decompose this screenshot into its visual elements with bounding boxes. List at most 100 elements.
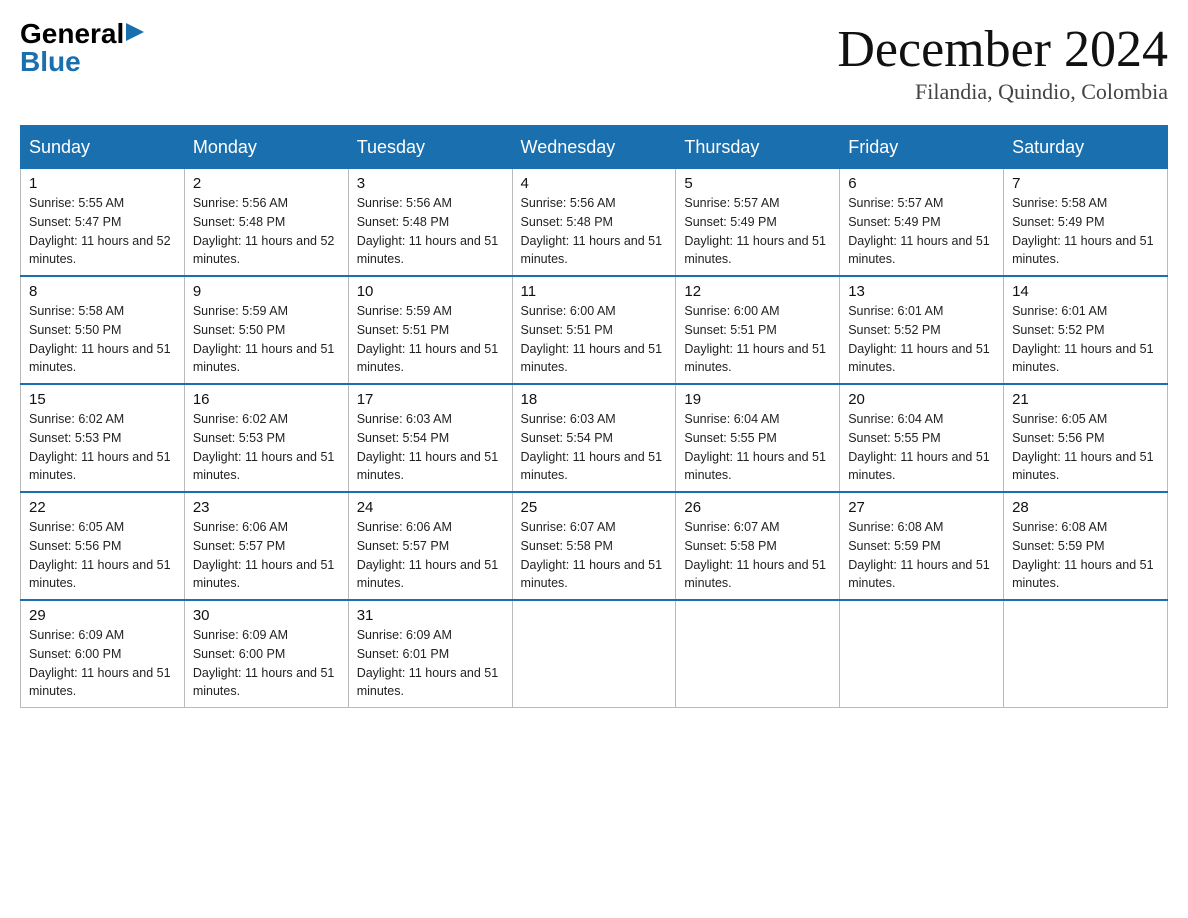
day-number: 11 (521, 283, 668, 300)
table-row: 18 Sunrise: 6:03 AMSunset: 5:54 PMDaylig… (512, 384, 676, 492)
calendar-week-row: 29 Sunrise: 6:09 AMSunset: 6:00 PMDaylig… (21, 600, 1168, 708)
table-row (840, 600, 1004, 708)
day-info: Sunrise: 6:07 AMSunset: 5:58 PMDaylight:… (684, 518, 831, 593)
day-info: Sunrise: 6:07 AMSunset: 5:58 PMDaylight:… (521, 518, 668, 593)
day-info: Sunrise: 6:09 AMSunset: 6:00 PMDaylight:… (29, 626, 176, 701)
day-info: Sunrise: 6:00 AMSunset: 5:51 PMDaylight:… (521, 302, 668, 377)
day-number: 24 (357, 499, 504, 516)
table-row: 27 Sunrise: 6:08 AMSunset: 5:59 PMDaylig… (840, 492, 1004, 600)
table-row: 12 Sunrise: 6:00 AMSunset: 5:51 PMDaylig… (676, 276, 840, 384)
table-row (676, 600, 840, 708)
day-number: 26 (684, 499, 831, 516)
table-row: 29 Sunrise: 6:09 AMSunset: 6:00 PMDaylig… (21, 600, 185, 708)
logo-arrow-icon (126, 23, 144, 41)
day-number: 21 (1012, 391, 1159, 408)
table-row: 25 Sunrise: 6:07 AMSunset: 5:58 PMDaylig… (512, 492, 676, 600)
table-row: 5 Sunrise: 5:57 AMSunset: 5:49 PMDayligh… (676, 169, 840, 277)
table-row: 19 Sunrise: 6:04 AMSunset: 5:55 PMDaylig… (676, 384, 840, 492)
day-info: Sunrise: 6:09 AMSunset: 6:00 PMDaylight:… (193, 626, 340, 701)
day-number: 4 (521, 175, 668, 192)
day-info: Sunrise: 5:56 AMSunset: 5:48 PMDaylight:… (193, 194, 340, 269)
day-number: 14 (1012, 283, 1159, 300)
header-tuesday: Tuesday (348, 126, 512, 169)
table-row: 10 Sunrise: 5:59 AMSunset: 5:51 PMDaylig… (348, 276, 512, 384)
day-info: Sunrise: 5:57 AMSunset: 5:49 PMDaylight:… (684, 194, 831, 269)
day-info: Sunrise: 5:57 AMSunset: 5:49 PMDaylight:… (848, 194, 995, 269)
day-info: Sunrise: 5:59 AMSunset: 5:50 PMDaylight:… (193, 302, 340, 377)
day-info: Sunrise: 6:05 AMSunset: 5:56 PMDaylight:… (1012, 410, 1159, 485)
day-number: 3 (357, 175, 504, 192)
day-number: 12 (684, 283, 831, 300)
location-title: Filandia, Quindio, Colombia (837, 79, 1168, 105)
logo-general-text: General (20, 20, 124, 48)
table-row: 1 Sunrise: 5:55 AMSunset: 5:47 PMDayligh… (21, 169, 185, 277)
table-row: 3 Sunrise: 5:56 AMSunset: 5:48 PMDayligh… (348, 169, 512, 277)
table-row: 23 Sunrise: 6:06 AMSunset: 5:57 PMDaylig… (184, 492, 348, 600)
table-row: 22 Sunrise: 6:05 AMSunset: 5:56 PMDaylig… (21, 492, 185, 600)
table-row: 28 Sunrise: 6:08 AMSunset: 5:59 PMDaylig… (1004, 492, 1168, 600)
logo: General Blue (20, 20, 144, 76)
day-number: 8 (29, 283, 176, 300)
table-row: 15 Sunrise: 6:02 AMSunset: 5:53 PMDaylig… (21, 384, 185, 492)
day-number: 15 (29, 391, 176, 408)
day-number: 10 (357, 283, 504, 300)
table-row: 16 Sunrise: 6:02 AMSunset: 5:53 PMDaylig… (184, 384, 348, 492)
day-info: Sunrise: 6:00 AMSunset: 5:51 PMDaylight:… (684, 302, 831, 377)
table-row: 21 Sunrise: 6:05 AMSunset: 5:56 PMDaylig… (1004, 384, 1168, 492)
day-number: 29 (29, 607, 176, 624)
day-info: Sunrise: 6:08 AMSunset: 5:59 PMDaylight:… (1012, 518, 1159, 593)
day-number: 27 (848, 499, 995, 516)
day-number: 1 (29, 175, 176, 192)
day-number: 25 (521, 499, 668, 516)
table-row (512, 600, 676, 708)
day-info: Sunrise: 5:55 AMSunset: 5:47 PMDaylight:… (29, 194, 176, 269)
calendar-table: Sunday Monday Tuesday Wednesday Thursday… (20, 125, 1168, 708)
day-info: Sunrise: 6:04 AMSunset: 5:55 PMDaylight:… (684, 410, 831, 485)
page-header: General Blue December 2024 Filandia, Qui… (20, 20, 1168, 105)
table-row: 31 Sunrise: 6:09 AMSunset: 6:01 PMDaylig… (348, 600, 512, 708)
logo-blue-text: Blue (20, 48, 81, 76)
day-number: 6 (848, 175, 995, 192)
table-row: 24 Sunrise: 6:06 AMSunset: 5:57 PMDaylig… (348, 492, 512, 600)
day-info: Sunrise: 6:03 AMSunset: 5:54 PMDaylight:… (357, 410, 504, 485)
day-info: Sunrise: 6:08 AMSunset: 5:59 PMDaylight:… (848, 518, 995, 593)
day-info: Sunrise: 5:56 AMSunset: 5:48 PMDaylight:… (357, 194, 504, 269)
day-info: Sunrise: 5:59 AMSunset: 5:51 PMDaylight:… (357, 302, 504, 377)
day-number: 19 (684, 391, 831, 408)
table-row: 30 Sunrise: 6:09 AMSunset: 6:00 PMDaylig… (184, 600, 348, 708)
day-number: 30 (193, 607, 340, 624)
day-number: 16 (193, 391, 340, 408)
day-info: Sunrise: 6:09 AMSunset: 6:01 PMDaylight:… (357, 626, 504, 701)
table-row: 26 Sunrise: 6:07 AMSunset: 5:58 PMDaylig… (676, 492, 840, 600)
table-row: 2 Sunrise: 5:56 AMSunset: 5:48 PMDayligh… (184, 169, 348, 277)
header-saturday: Saturday (1004, 126, 1168, 169)
day-number: 31 (357, 607, 504, 624)
day-info: Sunrise: 5:56 AMSunset: 5:48 PMDaylight:… (521, 194, 668, 269)
table-row: 8 Sunrise: 5:58 AMSunset: 5:50 PMDayligh… (21, 276, 185, 384)
day-number: 28 (1012, 499, 1159, 516)
day-number: 7 (1012, 175, 1159, 192)
table-row (1004, 600, 1168, 708)
day-info: Sunrise: 5:58 AMSunset: 5:49 PMDaylight:… (1012, 194, 1159, 269)
header-wednesday: Wednesday (512, 126, 676, 169)
table-row: 6 Sunrise: 5:57 AMSunset: 5:49 PMDayligh… (840, 169, 1004, 277)
day-info: Sunrise: 6:05 AMSunset: 5:56 PMDaylight:… (29, 518, 176, 593)
calendar-week-row: 15 Sunrise: 6:02 AMSunset: 5:53 PMDaylig… (21, 384, 1168, 492)
header-thursday: Thursday (676, 126, 840, 169)
table-row: 11 Sunrise: 6:00 AMSunset: 5:51 PMDaylig… (512, 276, 676, 384)
table-row: 20 Sunrise: 6:04 AMSunset: 5:55 PMDaylig… (840, 384, 1004, 492)
day-info: Sunrise: 6:01 AMSunset: 5:52 PMDaylight:… (1012, 302, 1159, 377)
table-row: 7 Sunrise: 5:58 AMSunset: 5:49 PMDayligh… (1004, 169, 1168, 277)
title-section: December 2024 Filandia, Quindio, Colombi… (837, 20, 1168, 105)
day-number: 17 (357, 391, 504, 408)
day-info: Sunrise: 6:01 AMSunset: 5:52 PMDaylight:… (848, 302, 995, 377)
table-row: 4 Sunrise: 5:56 AMSunset: 5:48 PMDayligh… (512, 169, 676, 277)
table-row: 9 Sunrise: 5:59 AMSunset: 5:50 PMDayligh… (184, 276, 348, 384)
day-info: Sunrise: 6:02 AMSunset: 5:53 PMDaylight:… (193, 410, 340, 485)
header-friday: Friday (840, 126, 1004, 169)
table-row: 17 Sunrise: 6:03 AMSunset: 5:54 PMDaylig… (348, 384, 512, 492)
header-monday: Monday (184, 126, 348, 169)
day-number: 22 (29, 499, 176, 516)
calendar-header-row: Sunday Monday Tuesday Wednesday Thursday… (21, 126, 1168, 169)
header-sunday: Sunday (21, 126, 185, 169)
